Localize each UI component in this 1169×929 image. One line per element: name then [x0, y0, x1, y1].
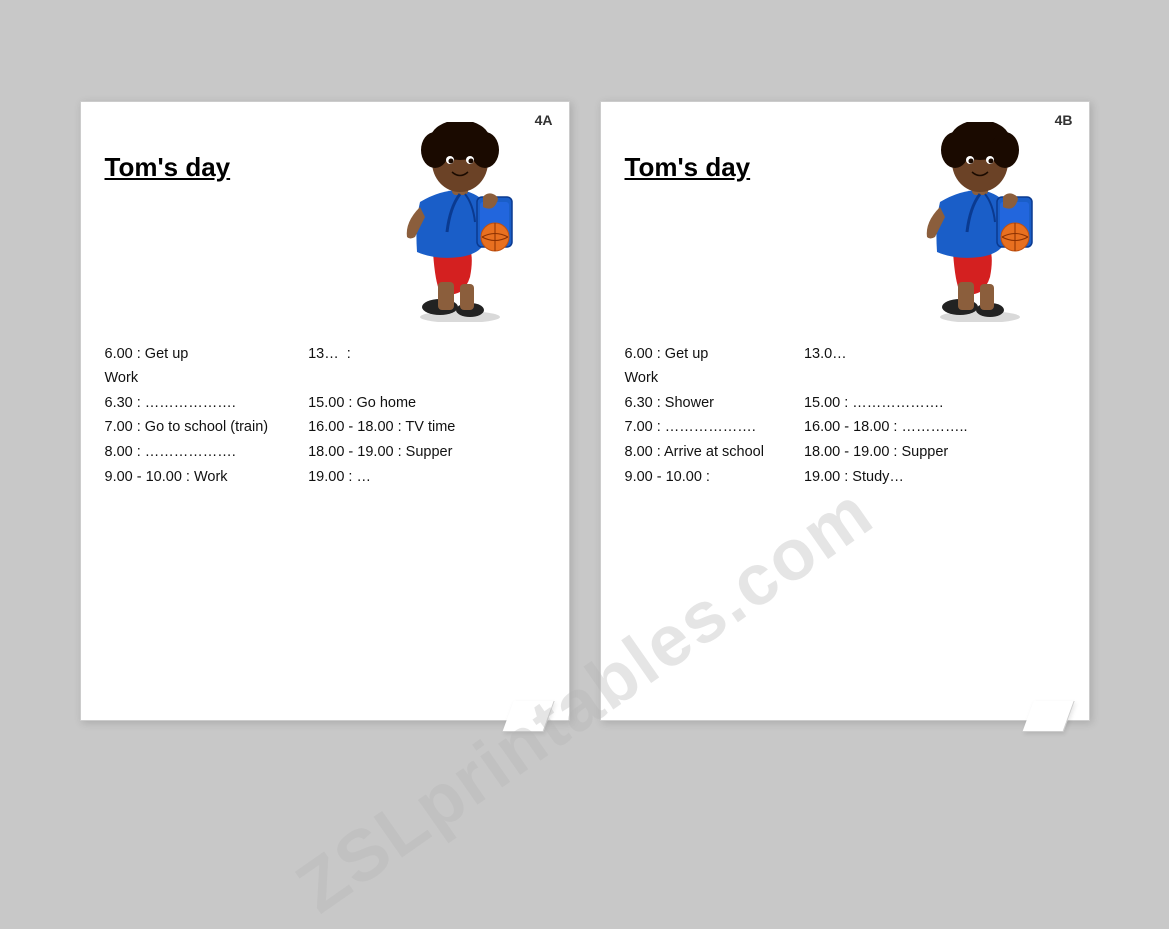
card-4b: 4B Tom's day — [600, 101, 1090, 721]
cards-container: 4A Tom's day — [60, 81, 1110, 741]
card-header-4a: Tom's day — [105, 122, 545, 322]
character-image-4a — [385, 122, 545, 322]
card-4a: 4A Tom's day — [80, 101, 570, 721]
character-image-4b — [905, 122, 1065, 322]
card-title-4b: Tom's day — [625, 152, 751, 183]
card-title-4a: Tom's day — [105, 152, 231, 183]
schedule-4b: 6.00 : Get up Work 6.30 : Shower 7.00 : … — [625, 342, 1065, 487]
card-header-4b: Tom's day — [625, 122, 1065, 322]
schedule-4a: 6.00 : Get up Work 6.30 : ………………. 7.00 :… — [105, 342, 545, 487]
